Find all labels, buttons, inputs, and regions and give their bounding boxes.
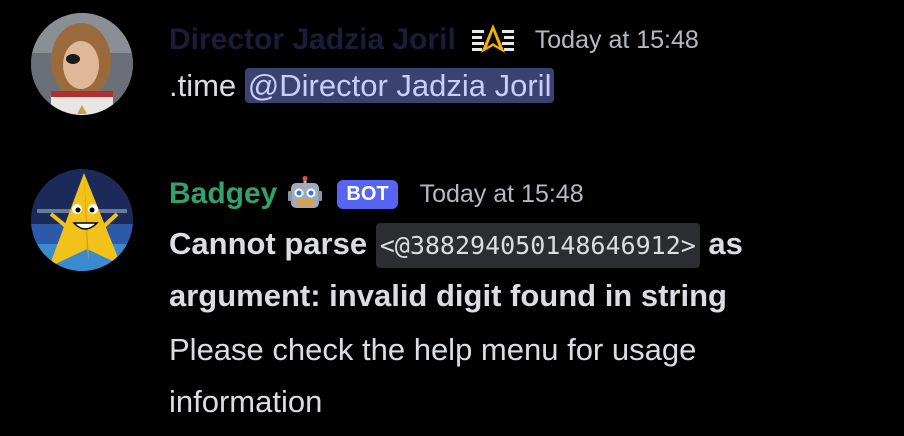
error-line-2: argument: invalid digit found in string <box>169 278 727 313</box>
username[interactable]: Badgey <box>169 177 277 211</box>
user-mention[interactable]: @Director Jadzia Joril <box>244 68 555 103</box>
error-prefix: Cannot parse <box>169 226 376 261</box>
username[interactable]: Director Jadzia Joril <box>169 23 456 57</box>
message-2: Badgey BOT Today at 15:48 Cannot parse <… <box>0 140 904 436</box>
help-line-1: Please check the help menu for usage <box>169 332 697 367</box>
error-line-1: Cannot parse <@388294050148646912> as <box>169 223 743 268</box>
error-suffix: as <box>699 226 743 261</box>
message-content: .time @Director Jadzia Joril <box>169 66 555 106</box>
command-text: .time <box>169 68 245 103</box>
help-line-2: information <box>169 384 323 419</box>
timestamp[interactable]: Today at 15:48 <box>420 180 584 209</box>
robot-emoji-icon <box>287 176 323 212</box>
bot-badge: BOT <box>337 179 398 209</box>
inline-code: <@388294050148646912> <box>375 223 700 268</box>
user-avatar[interactable] <box>31 13 133 115</box>
bot-avatar[interactable] <box>31 169 133 271</box>
timestamp[interactable]: Today at 15:48 <box>535 26 699 55</box>
starfleet-delta-icon <box>471 23 514 57</box>
message-1: Director Jadzia Joril Today at 15:48 .ti… <box>0 0 904 140</box>
